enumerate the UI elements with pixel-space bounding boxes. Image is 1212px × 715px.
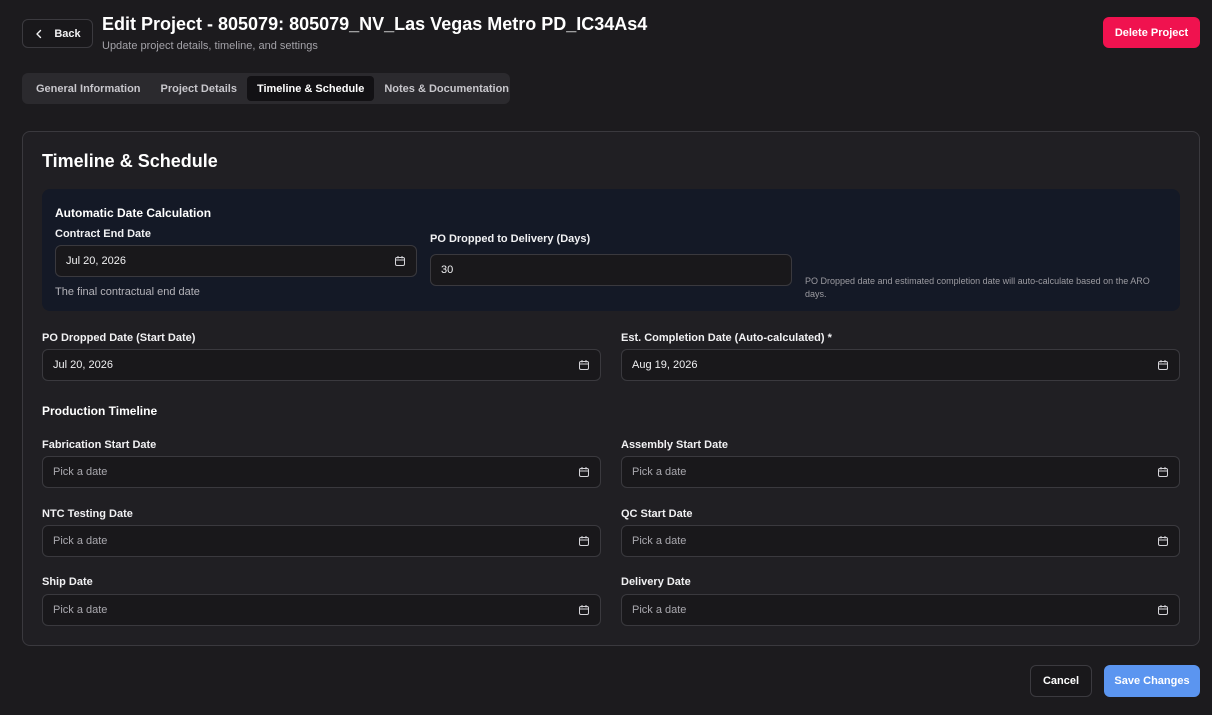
- chevron-left-icon: [36, 29, 42, 38]
- date-placeholder: Pick a date: [53, 466, 108, 478]
- save-changes-button[interactable]: Save Changes: [1104, 665, 1200, 697]
- est-completion-label: Est. Completion Date (Auto-calculated) *: [621, 332, 832, 344]
- po-to-delivery-value: 30: [441, 264, 454, 276]
- delivery-date-picker[interactable]: Pick a date: [621, 594, 1180, 626]
- tab-project-details[interactable]: Project Details: [151, 76, 247, 101]
- tab-timeline-schedule[interactable]: Timeline & Schedule: [246, 76, 375, 101]
- date-placeholder: Pick a date: [632, 604, 687, 616]
- contract-end-date-picker[interactable]: Jul 20, 2026: [55, 245, 417, 277]
- tab-notes-documentation[interactable]: Notes & Documentation: [374, 76, 519, 101]
- ship-date-label: Ship Date: [42, 576, 93, 588]
- fabrication-start-date-picker[interactable]: Pick a date: [42, 456, 601, 488]
- qc-start-label: QC Start Date: [621, 508, 693, 520]
- production-timeline-title: Production Timeline: [42, 404, 158, 418]
- po-dropped-date-picker[interactable]: Jul 20, 2026: [42, 349, 601, 381]
- est-completion-value: Aug 19, 2026: [632, 359, 698, 371]
- back-button[interactable]: Back: [22, 19, 93, 48]
- fabrication-start-label: Fabrication Start Date: [42, 439, 157, 451]
- ship-date-picker[interactable]: Pick a date: [42, 594, 601, 626]
- po-dropped-value: Jul 20, 2026: [53, 359, 113, 371]
- page-title: Edit Project - 805079: 805079_NV_Las Veg…: [102, 14, 648, 34]
- contract-end-label: Contract End Date: [55, 228, 151, 240]
- auto-calc-note: PO Dropped date and estimated completion…: [805, 276, 1150, 299]
- calendar-icon: [1158, 467, 1168, 477]
- calendar-icon: [579, 467, 589, 477]
- po-dropped-label: PO Dropped Date (Start Date): [42, 332, 196, 344]
- date-placeholder: Pick a date: [53, 535, 108, 547]
- calendar-icon: [1158, 605, 1168, 615]
- cancel-button[interactable]: Cancel: [1030, 665, 1092, 697]
- tab-general-information[interactable]: General Information: [26, 76, 151, 101]
- po-to-delivery-label: PO Dropped to Delivery (Days): [430, 233, 591, 245]
- calendar-icon: [579, 536, 589, 546]
- assembly-start-label: Assembly Start Date: [621, 439, 728, 451]
- delivery-date-label: Delivery Date: [621, 576, 691, 588]
- ntc-testing-label: NTC Testing Date: [42, 508, 133, 520]
- delete-project-button[interactable]: Delete Project: [1103, 17, 1200, 48]
- tab-list: General Information Project Details Time…: [22, 73, 510, 104]
- po-to-delivery-days-input[interactable]: 30: [430, 254, 792, 286]
- card-title: Timeline & Schedule: [42, 151, 218, 171]
- back-button-label: Back: [54, 27, 81, 40]
- calendar-icon: [1158, 360, 1168, 370]
- page-subtitle: Update project details, timeline, and se…: [102, 40, 318, 52]
- calendar-icon: [579, 605, 589, 615]
- calendar-icon: [1158, 536, 1168, 546]
- calendar-icon: [395, 256, 405, 266]
- date-placeholder: Pick a date: [632, 466, 687, 478]
- ntc-testing-date-picker[interactable]: Pick a date: [42, 525, 601, 557]
- calendar-icon: [579, 360, 589, 370]
- est-completion-date-picker[interactable]: Aug 19, 2026: [621, 349, 1180, 381]
- contract-end-helper: The final contractual end date: [55, 286, 200, 298]
- date-placeholder: Pick a date: [53, 604, 108, 616]
- qc-start-date-picker[interactable]: Pick a date: [621, 525, 1180, 557]
- auto-calculation-title: Automatic Date Calculation: [55, 206, 212, 220]
- date-placeholder: Pick a date: [632, 535, 687, 547]
- assembly-start-date-picker[interactable]: Pick a date: [621, 456, 1180, 488]
- contract-end-value: Jul 20, 2026: [66, 255, 126, 267]
